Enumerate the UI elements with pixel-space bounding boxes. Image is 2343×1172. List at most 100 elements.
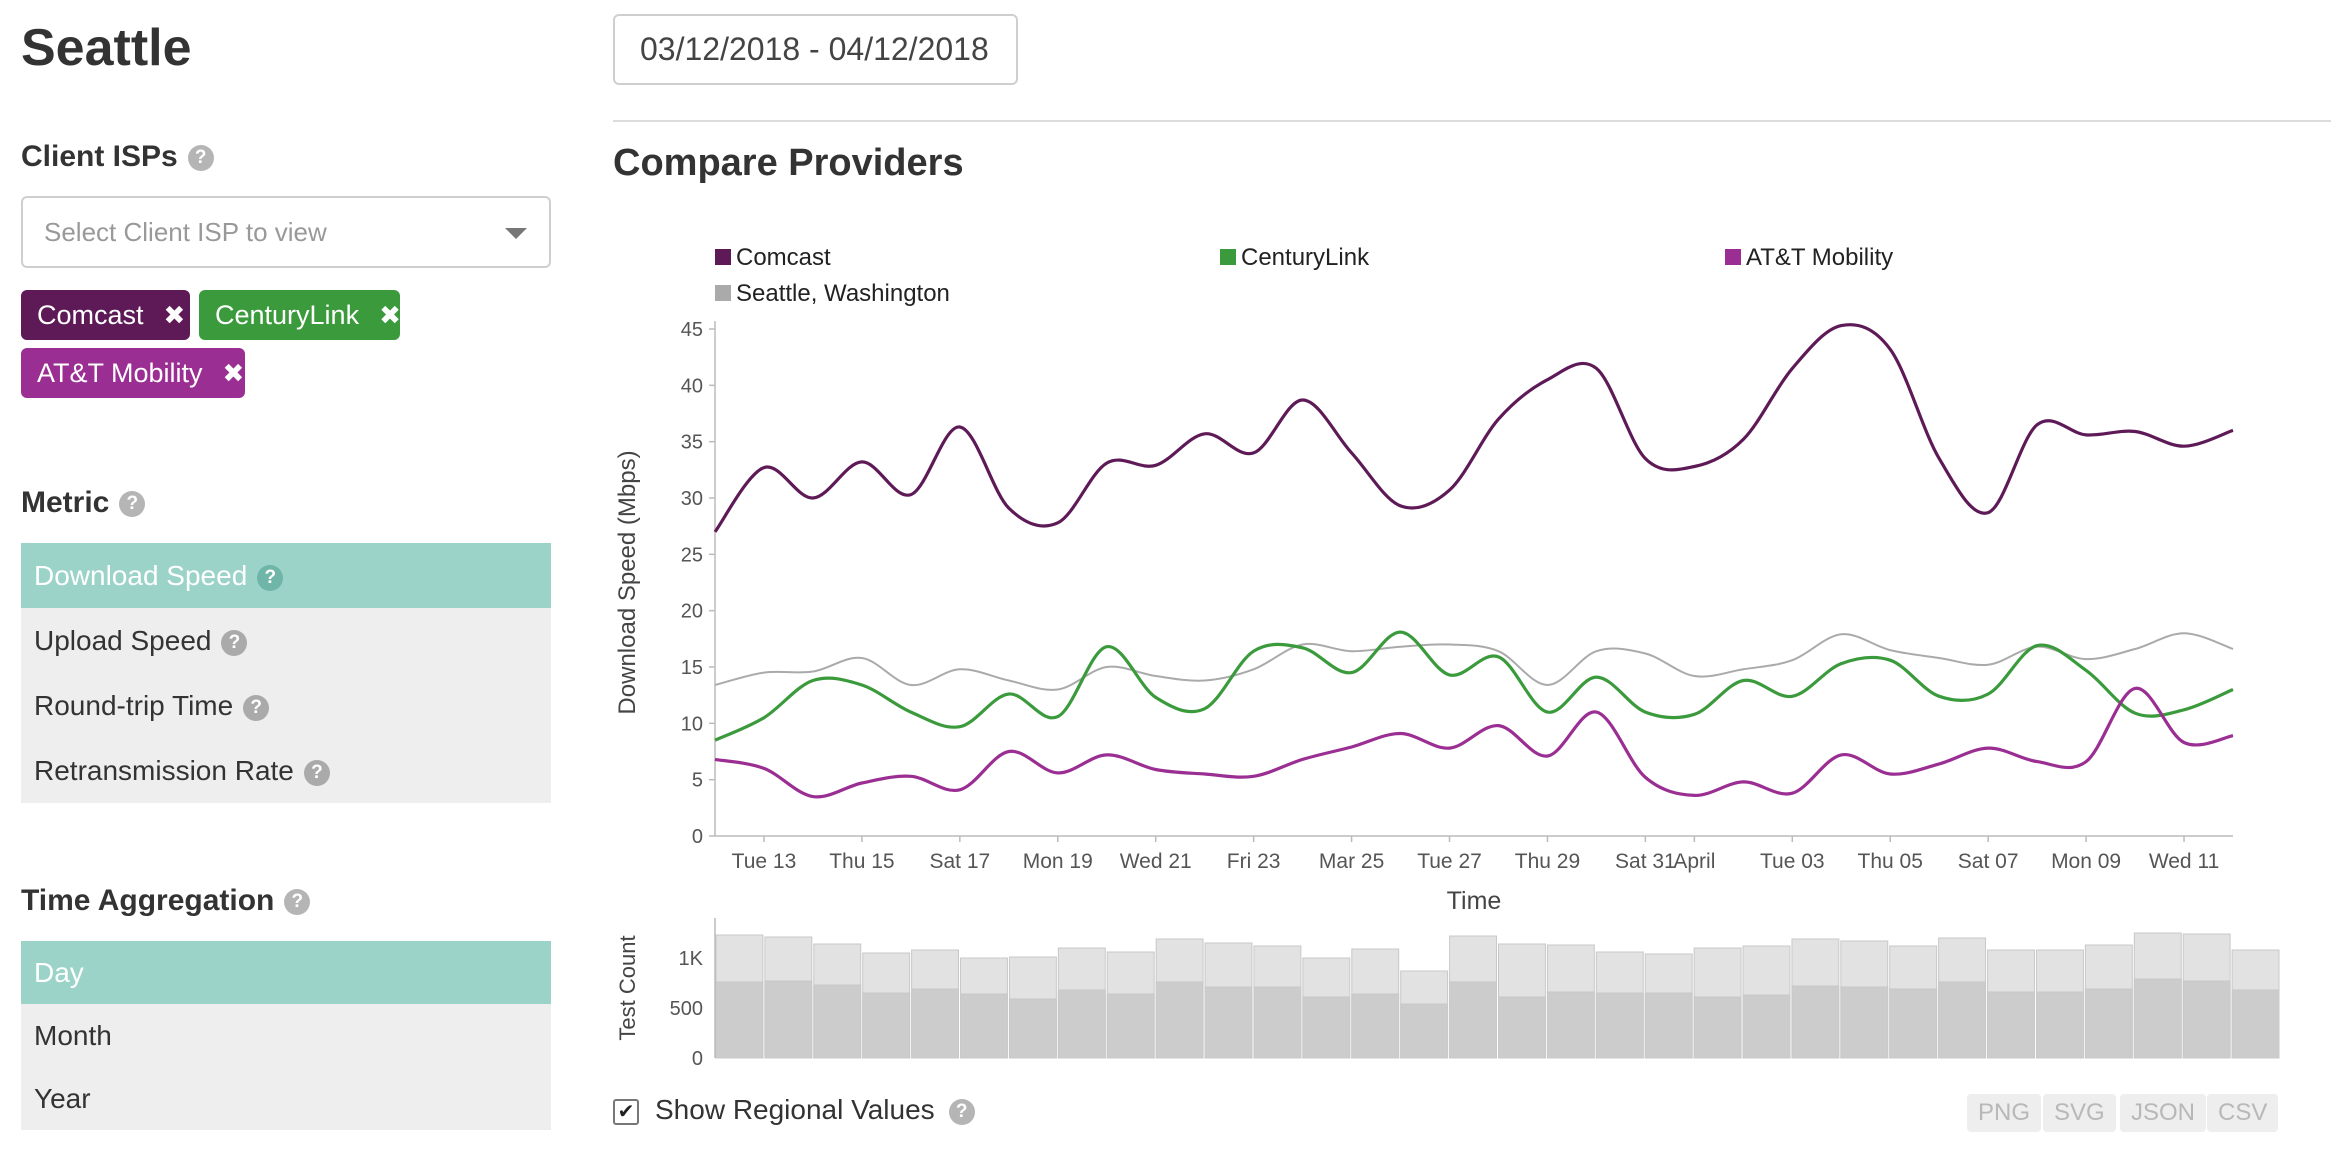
test-count-bar — [2182, 980, 2231, 1059]
test-count-bar — [1938, 981, 1987, 1059]
y-tick-label: 10 — [681, 713, 703, 735]
export-png-button[interactable]: PNG — [1967, 1094, 2042, 1132]
legend-label: CenturyLink — [1241, 244, 1370, 271]
time-option-label: Day — [34, 957, 84, 988]
time-option-day[interactable]: Day — [21, 941, 551, 1004]
compare-providers-chart: Comcast CenturyLink AT&T Mobility Seattle, … — [614, 244, 2280, 1070]
compare-providers-title: Compare Providers — [613, 142, 964, 184]
series-line-comcast — [713, 323, 2234, 533]
time-option-year[interactable]: Year — [21, 1067, 551, 1130]
test-count-bar — [1498, 996, 1546, 1059]
help-icon[interactable]: ? — [221, 629, 248, 656]
show-regional-values[interactable]: ✔ Show Regional Values? — [613, 1094, 975, 1126]
test-count-bar — [2084, 988, 2133, 1059]
chevron-down-icon[interactable] — [505, 228, 527, 239]
x-tick-label: Tue 03 — [1760, 850, 1825, 873]
x-tick-label: Sat 07 — [1958, 850, 2019, 873]
test-count-bar — [2035, 991, 2084, 1059]
x-tick-label: Thu 05 — [1858, 850, 1923, 873]
test-count-bar — [1057, 989, 1106, 1059]
metric-option-label: Retransmission Rate — [34, 755, 294, 786]
metric-option-label: Upload Speed — [34, 625, 212, 656]
line-chart-axes: 0 5 10 15 20 25 30 35 40 45 Tue 13 Thu 15 Sat 17 Mon … — [614, 319, 2233, 915]
remove-icon[interactable]: ✖ — [379, 300, 401, 330]
test-count-bar — [2231, 989, 2280, 1059]
test-count-bar — [1889, 988, 1938, 1059]
client-isp-placeholder: Select Client ISP to view — [44, 217, 327, 247]
test-count-bar — [1644, 992, 1693, 1059]
bar-y-tick-label: 1K — [679, 948, 704, 970]
bar-y-tick-label: 0 — [692, 1048, 703, 1070]
metric-option-download-speed[interactable]: Download Speed? — [21, 543, 551, 608]
help-icon[interactable]: ? — [948, 1098, 975, 1125]
x-tick-label: Mon 09 — [2051, 850, 2121, 873]
help-icon[interactable]: ? — [303, 759, 330, 786]
remove-icon[interactable]: ✖ — [164, 300, 186, 330]
legend-swatch — [1725, 249, 1741, 265]
time-aggregation-heading: Time Aggregation? — [21, 884, 311, 918]
y-tick-label: 35 — [681, 432, 703, 454]
isp-tag-label: Comcast — [37, 300, 144, 330]
test-count-bar — [1546, 991, 1595, 1059]
x-tick-label: Mon 19 — [1023, 850, 1093, 873]
help-icon[interactable]: ? — [243, 694, 270, 721]
time-option-label: Month — [34, 1020, 112, 1051]
isp-tag-centurylink: CenturyLink ✖ — [199, 290, 401, 340]
metric-option-label: Download Speed — [34, 560, 248, 591]
y-tick-label: 20 — [681, 601, 703, 623]
x-tick-label: Tue 13 — [732, 850, 797, 873]
series-line-at-t-mobility — [714, 686, 2234, 799]
series-line-seattle-washington — [714, 632, 2234, 691]
x-tick-label: Thu 29 — [1515, 850, 1580, 873]
y-tick-label: 5 — [692, 770, 703, 792]
checkbox[interactable]: ✔ — [613, 1098, 639, 1125]
export-svg-button[interactable]: SVG — [2043, 1094, 2116, 1132]
test-count-bar — [1449, 981, 1497, 1059]
legend-label: AT&T Mobility — [1746, 244, 1893, 271]
y-tick-label: 45 — [681, 319, 703, 341]
x-tick-label: Wed 11 — [2149, 850, 2219, 873]
x-tick-label: April — [1673, 850, 1715, 873]
test-count-bar — [1400, 1003, 1449, 1059]
x-tick-label: Sat 17 — [929, 850, 990, 873]
test-count-bar — [1302, 996, 1351, 1059]
chart-legend: Comcast CenturyLink AT&T Mobility Seattle, … — [715, 244, 1893, 307]
divider — [613, 120, 2331, 122]
x-tick-label: Thu 15 — [829, 850, 894, 873]
export-json-button[interactable]: JSON — [2120, 1094, 2207, 1132]
client-isp-select[interactable]: Select Client ISP to view — [21, 196, 551, 268]
y-tick-label: 15 — [681, 657, 703, 679]
test-count-bar — [960, 993, 1008, 1059]
test-count-bar — [1791, 985, 1840, 1059]
test-count-bar — [1204, 986, 1253, 1059]
test-count-bar — [813, 984, 862, 1059]
x-axis-title: Time — [1447, 887, 1502, 915]
help-icon[interactable]: ? — [284, 889, 311, 916]
x-tick-label: Fri 23 — [1227, 850, 1281, 873]
remove-icon[interactable]: ✖ — [223, 358, 245, 388]
help-icon[interactable]: ? — [119, 491, 146, 518]
legend-swatch — [715, 285, 731, 301]
city-title: Seattle — [21, 19, 192, 77]
series-line-centurylink — [714, 630, 2234, 742]
show-regional-values-label: Show Regional Values — [655, 1094, 935, 1125]
help-icon[interactable]: ? — [257, 564, 284, 591]
export-csv-button[interactable]: CSV — [2207, 1094, 2279, 1132]
metric-option-round-trip-time[interactable]: Round-trip Time? — [21, 673, 551, 738]
bar-y-tick-label: 500 — [670, 998, 703, 1020]
metric-option-upload-speed[interactable]: Upload Speed? — [21, 608, 551, 673]
metric-option-label: Round-trip Time — [34, 690, 234, 721]
x-tick-label: Mar 25 — [1319, 850, 1384, 873]
metric-option-retransmission-rate[interactable]: Retransmission Rate? — [21, 738, 551, 803]
x-tick-label: Wed 21 — [1120, 850, 1192, 873]
test-count-bar — [1840, 986, 1889, 1059]
isp-tag-label: CenturyLink — [215, 300, 360, 330]
legend-swatch — [715, 249, 731, 265]
date-range-input[interactable]: 03/12/2018 - 04/12/2018 — [613, 14, 1018, 85]
test-count-bar — [764, 980, 813, 1059]
x-tick-label: Tue 27 — [1417, 850, 1482, 873]
test-count-bar — [715, 981, 764, 1059]
client-isps-title: Client ISPs — [21, 140, 178, 173]
time-option-month[interactable]: Month — [21, 1004, 551, 1067]
help-icon[interactable]: ? — [187, 145, 214, 172]
